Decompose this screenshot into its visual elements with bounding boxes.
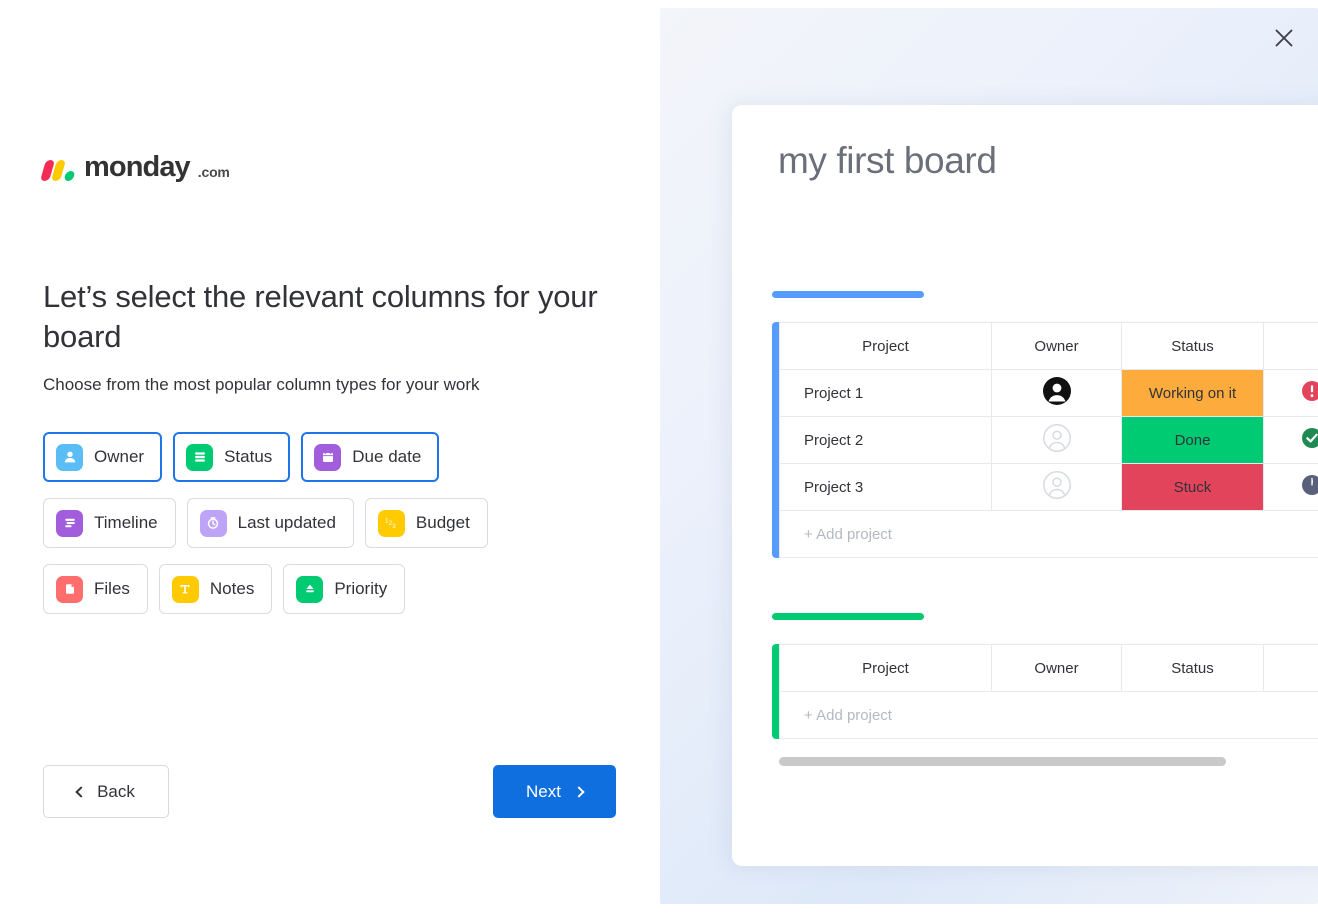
column-chip-label: Due date [352, 447, 422, 466]
filled-avatar [1042, 376, 1072, 410]
column-chip-row-1: Owner Status Due date [43, 432, 623, 482]
table-header-row: Project Owner Status [779, 644, 1318, 692]
status-bars-icon [186, 443, 214, 471]
group-table-wrap: Project Owner Status Project 1 Working o… [772, 322, 1318, 558]
group-accent-stripe [772, 322, 779, 558]
group-color-bar [772, 291, 924, 298]
person-icon [56, 443, 83, 471]
clock-indicator-icon [1301, 475, 1318, 500]
chevron-right-icon [573, 785, 585, 798]
column-header-status[interactable]: Status [1121, 322, 1264, 370]
column-chip-row-2: Timeline Last updated 123 Budget [43, 498, 623, 548]
onboarding-screen: monday .com Let’s select the relevant co… [0, 0, 1318, 920]
column-header-extra[interactable] [1263, 322, 1318, 370]
group-table-wrap: Project Owner Status + Add project [772, 644, 1318, 739]
column-chip-timeline[interactable]: Timeline [43, 498, 176, 548]
logo-tld: .com [197, 164, 230, 180]
column-chip-label: Notes [209, 579, 255, 598]
column-chip-status[interactable]: Status [173, 432, 291, 482]
table-row[interactable]: Project 3 Stuck [779, 463, 1318, 511]
board-group-2: Project Owner Status + Add project [772, 613, 1318, 739]
horizontal-scrollbar[interactable] [779, 757, 1318, 766]
cell-status[interactable]: Working on it [1121, 369, 1264, 417]
timeline-icon [56, 509, 83, 537]
column-header-owner[interactable]: Owner [991, 644, 1122, 692]
column-chip-last-updated[interactable]: Last updated [186, 498, 354, 548]
next-button-label: Next [526, 781, 561, 801]
board-table: Project Owner Status Project 1 Working o… [779, 322, 1318, 511]
add-project-button[interactable]: + Add project [779, 511, 1318, 558]
group-color-bar [772, 613, 924, 620]
table-header-row: Project Owner Status [779, 322, 1318, 370]
board-preview-pane: my first board Project Owner Status Proj… [660, 0, 1318, 920]
empty-avatar-icon [1042, 423, 1072, 457]
column-header-owner[interactable]: Owner [991, 322, 1122, 370]
check-icon [1301, 428, 1318, 453]
monday-logo-mark-icon [39, 157, 77, 181]
column-chip-due-date[interactable]: Due date [301, 432, 440, 482]
back-button[interactable]: Back [43, 765, 169, 818]
cell-project-name[interactable]: Project 3 [779, 463, 992, 511]
column-chip-priority[interactable]: Priority [283, 564, 406, 614]
alert-icon [1301, 381, 1318, 406]
add-project-button[interactable]: + Add project [779, 692, 1318, 739]
column-chip-label: Last updated [237, 513, 336, 532]
back-button-label: Back [97, 781, 135, 801]
group-accent-stripe [772, 644, 779, 739]
column-chip-label: Priority [334, 579, 388, 598]
svg-text:3: 3 [393, 523, 397, 530]
page-subtitle: Choose from the most popular column type… [43, 375, 480, 394]
column-header-project[interactable]: Project [779, 322, 992, 370]
monday-logo: monday .com [39, 151, 230, 183]
column-header-project[interactable]: Project [779, 644, 992, 692]
column-chip-owner[interactable]: Owner [43, 432, 163, 482]
logo-wordmark: monday [84, 151, 191, 183]
cell-owner[interactable] [991, 369, 1122, 417]
board-preview-card: my first board Project Owner Status Proj… [732, 105, 1318, 866]
next-button[interactable]: Next [493, 765, 616, 818]
page-title: Let’s select the relevant columns for yo… [43, 279, 598, 354]
column-chip-label: Status [224, 447, 273, 466]
column-chip-label: Timeline [94, 513, 158, 532]
left-pane: monday .com Let’s select the relevant co… [0, 0, 660, 920]
cell-indicator[interactable] [1263, 369, 1318, 417]
numbers-123-icon: 123 [377, 509, 405, 537]
cell-indicator[interactable] [1263, 463, 1318, 511]
empty-avatar-icon [1042, 470, 1072, 504]
cell-owner[interactable] [991, 416, 1122, 464]
board-title: my first board [778, 140, 997, 181]
column-type-chips: Owner Status Due date Timeline Last upda… [43, 432, 623, 630]
table-row[interactable]: Project 2 Done [779, 416, 1318, 464]
calendar-icon [314, 443, 342, 471]
file-icon [56, 575, 83, 603]
cell-owner[interactable] [991, 463, 1122, 511]
board-table: Project Owner Status [779, 644, 1318, 692]
priority-icon [296, 575, 324, 603]
cell-project-name[interactable]: Project 1 [779, 369, 992, 417]
column-chip-files[interactable]: Files [43, 564, 148, 614]
column-chip-budget[interactable]: 123 Budget [364, 498, 488, 548]
table-row[interactable]: Project 1 Working on it [779, 369, 1318, 417]
cell-project-name[interactable]: Project 2 [779, 416, 992, 464]
column-chip-row-3: Files Notes Priority [43, 564, 623, 614]
board-group-1: Project Owner Status Project 1 Working o… [772, 291, 1318, 558]
cell-indicator[interactable] [1263, 416, 1318, 464]
text-t-icon [171, 575, 199, 603]
close-icon[interactable] [1266, 20, 1302, 56]
column-header-status[interactable]: Status [1121, 644, 1264, 692]
chevron-left-icon [75, 785, 87, 798]
cell-status[interactable]: Stuck [1121, 463, 1264, 511]
column-chip-label: Budget [415, 513, 470, 532]
scrollbar-thumb[interactable] [779, 757, 1226, 766]
column-chip-notes[interactable]: Notes [158, 564, 273, 614]
column-chip-label: Owner [94, 447, 145, 466]
cell-status[interactable]: Done [1121, 416, 1264, 464]
column-chip-label: Files [94, 579, 130, 598]
column-header-extra[interactable] [1263, 644, 1318, 692]
clock-icon [199, 509, 227, 537]
